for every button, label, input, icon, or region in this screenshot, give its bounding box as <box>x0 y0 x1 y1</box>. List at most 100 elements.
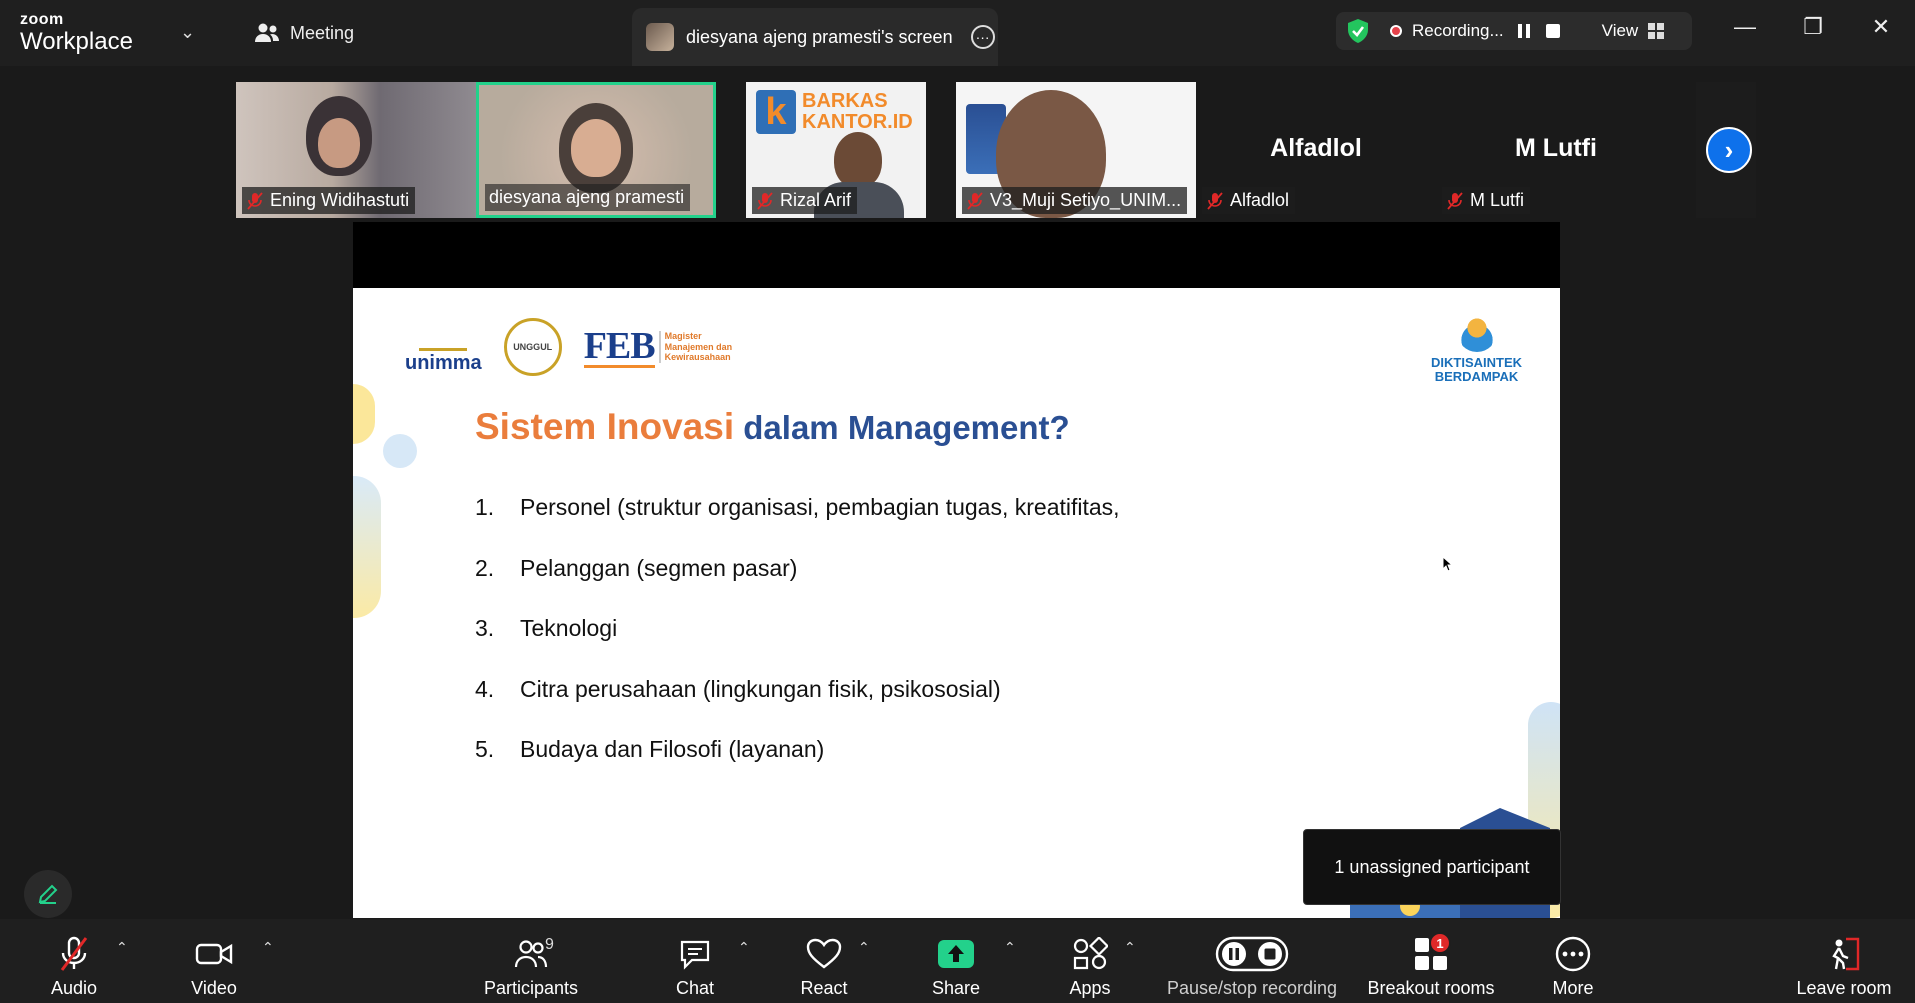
apps-label: Apps <box>1069 978 1111 998</box>
people-icon <box>255 23 279 42</box>
view-label: View <box>1601 21 1639 40</box>
participant-tile[interactable]: Ening Widihastuti <box>236 82 476 218</box>
leave-room-icon <box>1822 934 1866 974</box>
participant-name-tag: Alfadlol <box>1202 187 1296 214</box>
dikti-logo-line1: DIKTISAINTEK <box>1431 355 1522 370</box>
video-button[interactable]: Video <box>186 919 242 1003</box>
chat-button[interactable]: Chat <box>672 919 718 1003</box>
participant-name-tag: M Lutfi <box>1442 187 1531 214</box>
participant-face <box>571 119 621 177</box>
more-button[interactable]: More <box>1548 919 1598 1003</box>
audio-options-caret-icon[interactable]: ⌃ <box>116 939 128 956</box>
participant-strip: Ening Widihastuti diesyana ajeng pramest… <box>236 82 1756 218</box>
apps-button[interactable]: Apps <box>1068 919 1112 1003</box>
feb-logo-subtext: Magister Manajemen dan Kewirausahaan <box>658 331 733 363</box>
participant-tile-video-off[interactable]: Alfadlol Alfadlol <box>1196 82 1436 218</box>
share-button[interactable]: Share <box>932 919 980 1003</box>
react-button[interactable]: React <box>796 919 852 1003</box>
zoom-window: zoom Workplace ⌄ Meeting diesyana ajeng … <box>0 0 1915 1003</box>
slide-title-part2: dalam Management? <box>734 409 1070 446</box>
chevron-right-icon[interactable]: › <box>1706 127 1752 173</box>
mic-muted-icon <box>1207 191 1223 210</box>
screen-share-tab[interactable]: diesyana ajeng pramesti's screen ··· <box>632 8 998 66</box>
pause-stop-recording-button[interactable]: Pause/stop recording <box>1160 919 1344 1003</box>
participant-name-tag: Ening Widihastuti <box>242 187 416 214</box>
chat-options-caret-icon[interactable]: ⌃ <box>738 939 750 956</box>
participants-count: 9 <box>545 936 554 953</box>
chat-label: Chat <box>675 978 715 998</box>
chevron-down-icon[interactable]: ⌄ <box>180 22 195 43</box>
participant-tile[interactable]: V3_Muji Setiyo_UNIM... <box>956 82 1196 218</box>
leave-room-button[interactable]: Leave room <box>1792 919 1896 1003</box>
slide-title: Sistem Inovasi dalam Management? <box>475 406 1070 448</box>
slide-decoration <box>353 476 381 618</box>
pause-recording-icon[interactable] <box>1517 24 1530 38</box>
react-options-caret-icon[interactable]: ⌃ <box>858 939 870 956</box>
participant-big-name: M Lutfi <box>1515 134 1597 162</box>
feb-logo: FEB Magister Manajemen dan Kewirausahaan <box>583 324 733 368</box>
barkas-logo-line1: BARKAS <box>802 90 888 112</box>
participant-tile[interactable]: k BARKAS KANTOR.ID Rizal Arif <box>746 82 926 218</box>
zoom-workplace-logo[interactable]: zoom Workplace <box>20 12 133 54</box>
participant-tile-active-speaker[interactable]: diesyana ajeng pramesti <box>476 82 716 218</box>
minimize-icon[interactable]: — <box>1730 14 1760 40</box>
mic-muted-icon <box>1447 191 1463 210</box>
meeting-button[interactable]: Meeting <box>254 22 354 44</box>
slide-decoration <box>353 384 375 444</box>
participant-big-name: Alfadlol <box>1270 134 1362 162</box>
pause-stop-recording-icon <box>1214 934 1290 974</box>
share-options-caret-icon[interactable]: ⌃ <box>1004 939 1016 956</box>
slide-title-part1: Sistem Inovasi <box>475 406 735 447</box>
presenter-avatar <box>646 23 674 51</box>
mic-muted-icon <box>52 934 96 974</box>
chat-bubble-icon <box>673 934 717 974</box>
barkas-logo: k BARKAS KANTOR.ID <box>756 90 913 134</box>
heart-icon <box>802 934 846 974</box>
mouse-cursor-icon <box>1442 556 1454 572</box>
security-shield-icon[interactable] <box>1346 18 1370 44</box>
close-icon[interactable]: ✕ <box>1866 14 1896 40</box>
brand-zoom-text: zoom <box>20 11 64 28</box>
stop-recording-icon[interactable] <box>1545 24 1560 38</box>
share-label: Share <box>931 978 981 998</box>
feb-logo-text: FEB <box>583 324 656 368</box>
restore-icon[interactable]: ❐ <box>1798 14 1828 40</box>
breakout-rooms-label: Breakout rooms <box>1367 978 1495 998</box>
brand-workplace-text: Workplace <box>20 28 133 55</box>
participant-name: diesyana ajeng pramesti <box>489 187 685 207</box>
list-item: 1. Personel (struktur organisasi, pembagi… <box>475 494 1120 520</box>
breakout-rooms-button[interactable]: 1 Breakout rooms <box>1362 919 1500 1003</box>
mic-muted-icon <box>967 191 983 210</box>
unassigned-participant-tooltip[interactable]: 1 unassigned participant <box>1303 829 1561 905</box>
audio-button[interactable]: Audio <box>46 919 102 1003</box>
participant-name: Ening Widihastuti <box>270 190 410 210</box>
seal-text: UNGGUL <box>513 342 553 352</box>
participant-tile-video-off[interactable]: M Lutfi M Lutfi <box>1436 82 1676 218</box>
dikti-logo-line2: BERDAMPAK <box>1434 369 1519 385</box>
mic-muted-icon <box>247 191 263 210</box>
annotate-pencil-button[interactable] <box>24 870 72 918</box>
more-label: More <box>1552 978 1594 998</box>
barkas-k-mark: k <box>756 90 796 134</box>
meeting-toolbar: Audio ⌃ Video ⌃ 9 Participants Chat ⌃ Re… <box>0 919 1915 1003</box>
audio-label: Audio <box>50 978 98 998</box>
participants-label: Participants <box>483 978 579 998</box>
participant-face <box>834 132 882 188</box>
participant-name: V3_Muji Setiyo_UNIM... <box>990 190 1182 210</box>
apps-icon <box>1068 934 1112 974</box>
diktisaintek-logo: DIKTISAINTEK BERDAMPAK <box>1431 312 1522 385</box>
unimma-logo-text: unimma <box>405 352 482 374</box>
title-bar: zoom Workplace ⌄ Meeting diesyana ajeng … <box>0 0 1915 66</box>
apps-options-caret-icon[interactable]: ⌃ <box>1124 939 1136 956</box>
list-item: 2. Pelanggan (segmen pasar) <box>475 554 798 581</box>
participant-name: M Lutfi <box>1470 190 1525 210</box>
video-options-caret-icon[interactable]: ⌃ <box>262 939 274 956</box>
meeting-label: Meeting <box>290 22 355 43</box>
participants-button[interactable]: 9 Participants <box>480 919 582 1003</box>
more-options-icon[interactable]: ··· <box>970 25 995 49</box>
view-button[interactable]: View <box>1602 21 1665 41</box>
screen-share-tab-label: diesyana ajeng pramesti's screen <box>686 26 953 47</box>
participant-name-tag: Rizal Arif <box>752 187 858 214</box>
leave-room-label: Leave room <box>1796 978 1892 998</box>
share-screen-icon <box>934 934 978 974</box>
